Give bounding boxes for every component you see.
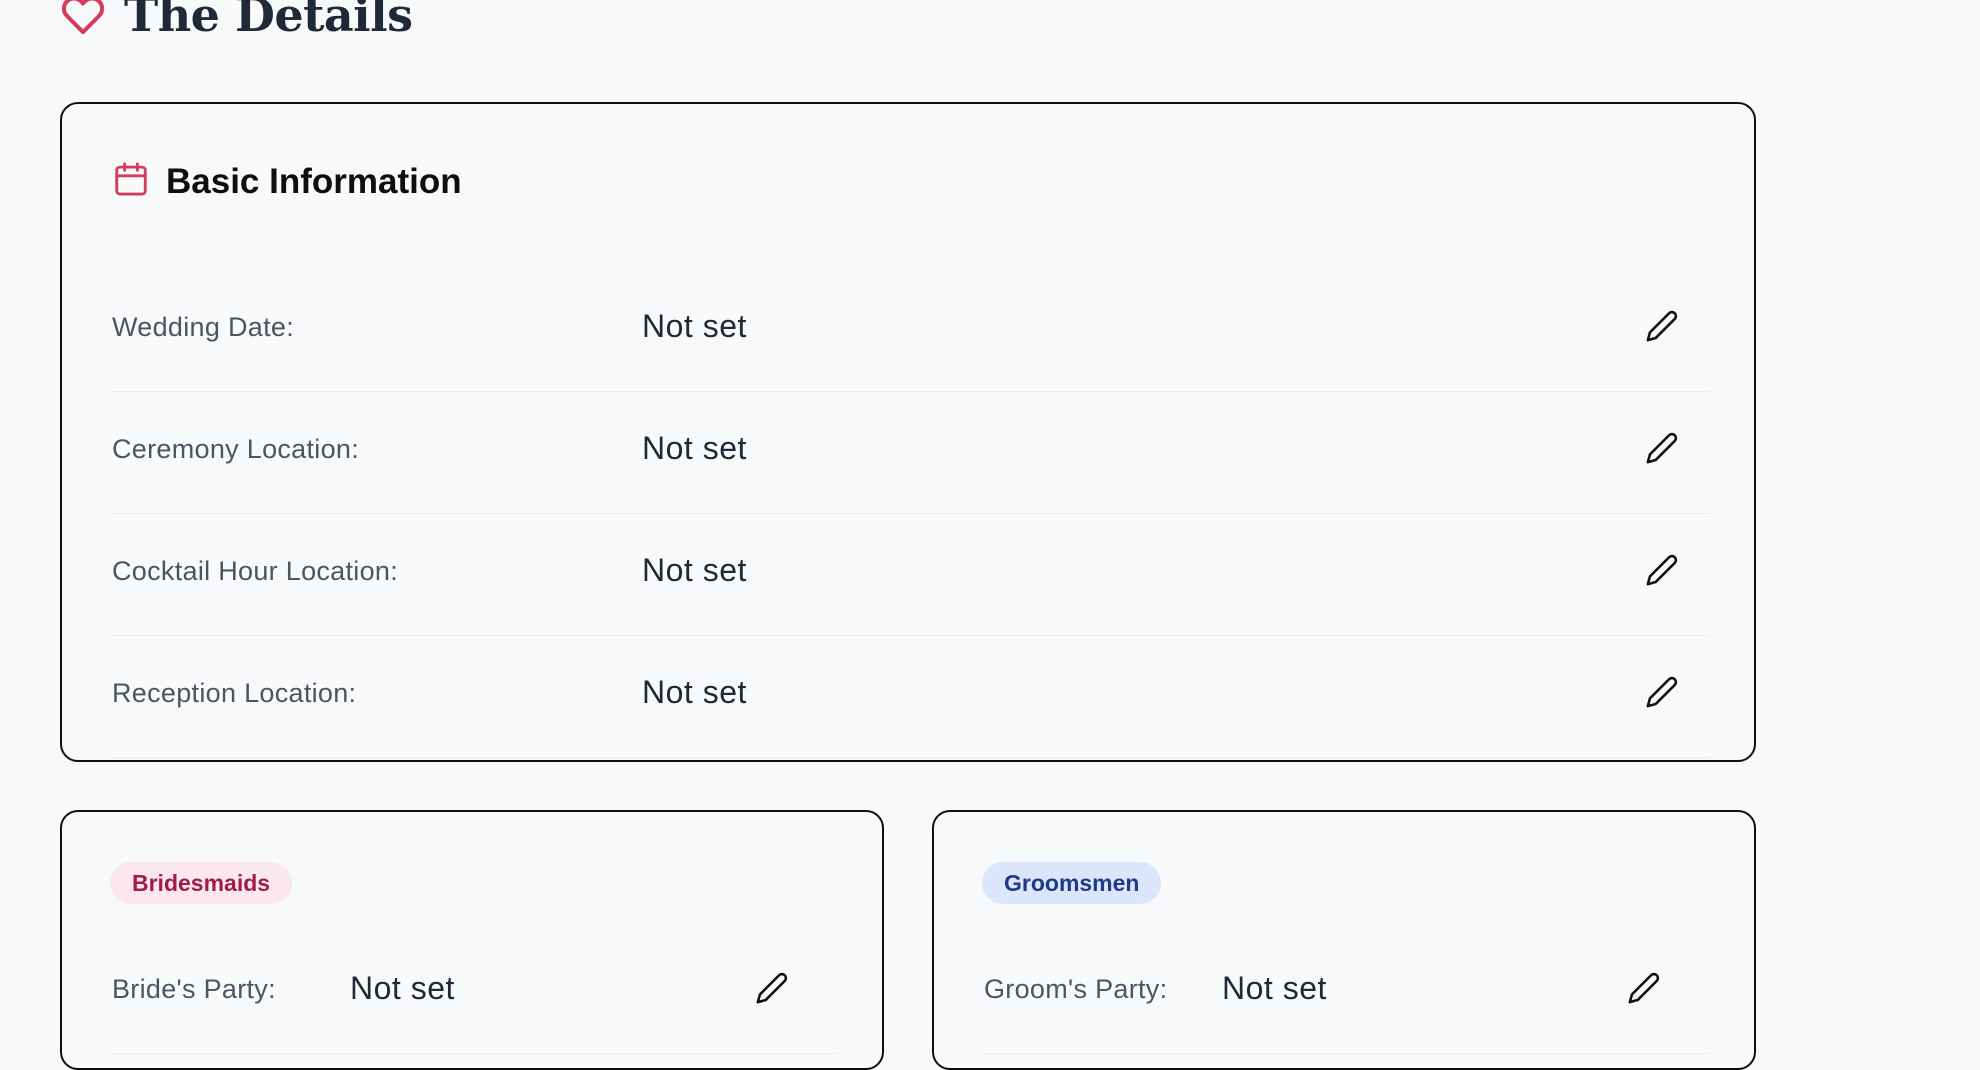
edit-cocktail-hour-location-button[interactable] [1640, 548, 1684, 592]
pencil-icon [1646, 432, 1678, 464]
pencil-icon [1646, 310, 1678, 342]
edit-ceremony-location-button[interactable] [1640, 426, 1684, 470]
detail-value: Not set [642, 552, 747, 588]
detail-label: Reception Location: [112, 678, 357, 708]
detail-label: Ceremony Location: [112, 434, 360, 464]
bridesmaids-card: Bridesmaids Bride's Party: Not set [60, 810, 884, 1070]
card-header: Basic Information [112, 160, 462, 203]
basic-information-card: Basic Information Wedding Date: Not set … [60, 102, 1756, 762]
detail-row-wedding-date: Wedding Date: Not set [110, 270, 1710, 392]
edit-reception-location-button[interactable] [1640, 670, 1684, 714]
detail-row-brides-party: Bride's Party: Not set [110, 932, 836, 1054]
pencil-icon [1646, 676, 1678, 708]
detail-row-ceremony-location: Ceremony Location: Not set [110, 392, 1710, 514]
groomsmen-card: Groomsmen Groom's Party: Not set [932, 810, 1756, 1070]
pencil-icon [756, 972, 788, 1004]
detail-value: Not set [642, 308, 747, 344]
detail-label: Cocktail Hour Location: [112, 556, 399, 586]
detail-value: Not set [642, 430, 747, 466]
edit-brides-party-button[interactable] [750, 966, 794, 1010]
card-title: Basic Information [166, 161, 462, 201]
detail-label: Groom's Party: [984, 974, 1168, 1004]
groomsmen-badge: Groomsmen [982, 862, 1162, 904]
detail-value: Not set [642, 674, 747, 710]
detail-label: Wedding Date: [112, 312, 295, 342]
detail-value: Not set [1222, 970, 1327, 1006]
edit-wedding-date-button[interactable] [1640, 304, 1684, 348]
pencil-icon [1628, 972, 1660, 1004]
pencil-icon [1646, 554, 1678, 586]
page-header: The Details [60, 0, 413, 38]
detail-row-cocktail-hour-location: Cocktail Hour Location: Not set [110, 514, 1710, 636]
bridesmaids-badge: Bridesmaids [110, 862, 293, 904]
detail-label: Bride's Party: [112, 974, 276, 1004]
page-title: The Details [124, 0, 413, 42]
detail-value: Not set [350, 970, 455, 1006]
calendar-icon [112, 160, 150, 203]
heart-icon [60, 0, 106, 38]
detail-row-grooms-party: Groom's Party: Not set [982, 932, 1708, 1054]
detail-row-reception-location: Reception Location: Not set [110, 636, 1710, 758]
edit-grooms-party-button[interactable] [1622, 966, 1666, 1010]
